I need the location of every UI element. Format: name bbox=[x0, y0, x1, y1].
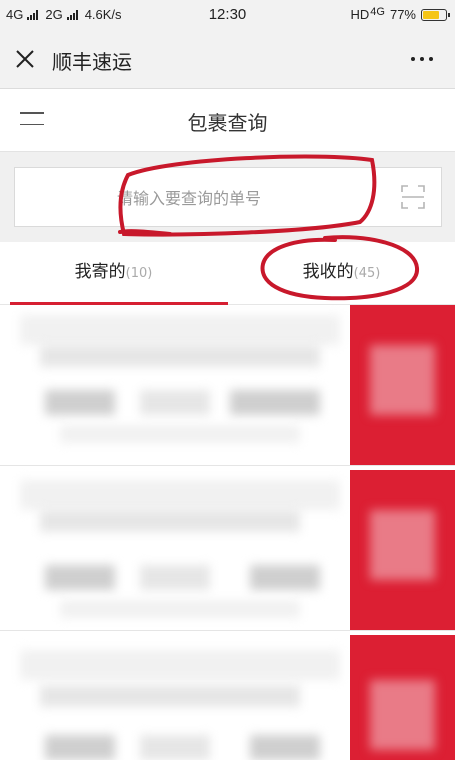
card-action-area[interactable] bbox=[350, 635, 455, 760]
obscured-content bbox=[370, 680, 435, 750]
network-4g-label: 4G bbox=[370, 5, 385, 18]
obscured-content bbox=[45, 735, 115, 760]
status-bar: 4G 2G 4.6K/s 12:30 HD 4G 77% bbox=[0, 0, 455, 30]
tab-received-label: 我收的 bbox=[302, 262, 354, 282]
tracking-number-input[interactable] bbox=[115, 182, 379, 214]
obscured-content bbox=[250, 735, 320, 760]
close-icon[interactable] bbox=[14, 48, 36, 70]
tabs: 我寄的(10) 我收的(45) bbox=[0, 242, 455, 305]
list-item[interactable] bbox=[0, 470, 455, 631]
obscured-content bbox=[250, 565, 320, 590]
obscured-content bbox=[20, 650, 340, 680]
status-right: HD 4G 77% bbox=[350, 5, 450, 22]
app-title: 顺丰速运 bbox=[52, 50, 132, 74]
title-bar: 顺丰速运 bbox=[0, 30, 455, 89]
search-area bbox=[0, 152, 455, 242]
battery-percent: 77% bbox=[389, 7, 416, 22]
tab-sent-count: (10) bbox=[125, 266, 153, 281]
tab-sent-label: 我寄的 bbox=[74, 262, 126, 282]
obscured-content bbox=[140, 390, 210, 415]
obscured-content bbox=[45, 565, 115, 590]
obscured-content bbox=[140, 735, 210, 760]
obscured-content bbox=[40, 685, 300, 707]
battery-icon bbox=[421, 8, 450, 21]
obscured-content bbox=[40, 345, 320, 367]
obscured-content bbox=[60, 425, 300, 443]
menu-icon[interactable] bbox=[20, 112, 44, 128]
list-item[interactable] bbox=[0, 305, 455, 466]
tab-received-count: (45) bbox=[353, 266, 381, 281]
obscured-content bbox=[370, 510, 435, 580]
battery-fill bbox=[423, 10, 439, 19]
tab-received[interactable]: 我收的(45) bbox=[228, 242, 455, 304]
obscured-content bbox=[60, 600, 300, 618]
obscured-content bbox=[20, 480, 340, 510]
tab-sent[interactable]: 我寄的(10) bbox=[0, 242, 228, 305]
obscured-content bbox=[230, 390, 320, 415]
card-action-area[interactable] bbox=[350, 305, 455, 465]
more-icon[interactable] bbox=[411, 57, 433, 61]
card-action-area[interactable] bbox=[350, 470, 455, 630]
list-item[interactable] bbox=[0, 635, 455, 760]
obscured-content bbox=[370, 345, 435, 415]
scan-icon[interactable] bbox=[401, 185, 425, 209]
page-header: 包裹查询 bbox=[0, 89, 455, 152]
obscured-content bbox=[140, 565, 210, 590]
page-title: 包裹查询 bbox=[187, 111, 268, 135]
package-list bbox=[0, 305, 455, 760]
obscured-content bbox=[45, 390, 115, 415]
obscured-content bbox=[20, 315, 340, 345]
hd-label: HD bbox=[350, 7, 370, 22]
search-box bbox=[14, 167, 442, 227]
obscured-content bbox=[40, 510, 300, 532]
